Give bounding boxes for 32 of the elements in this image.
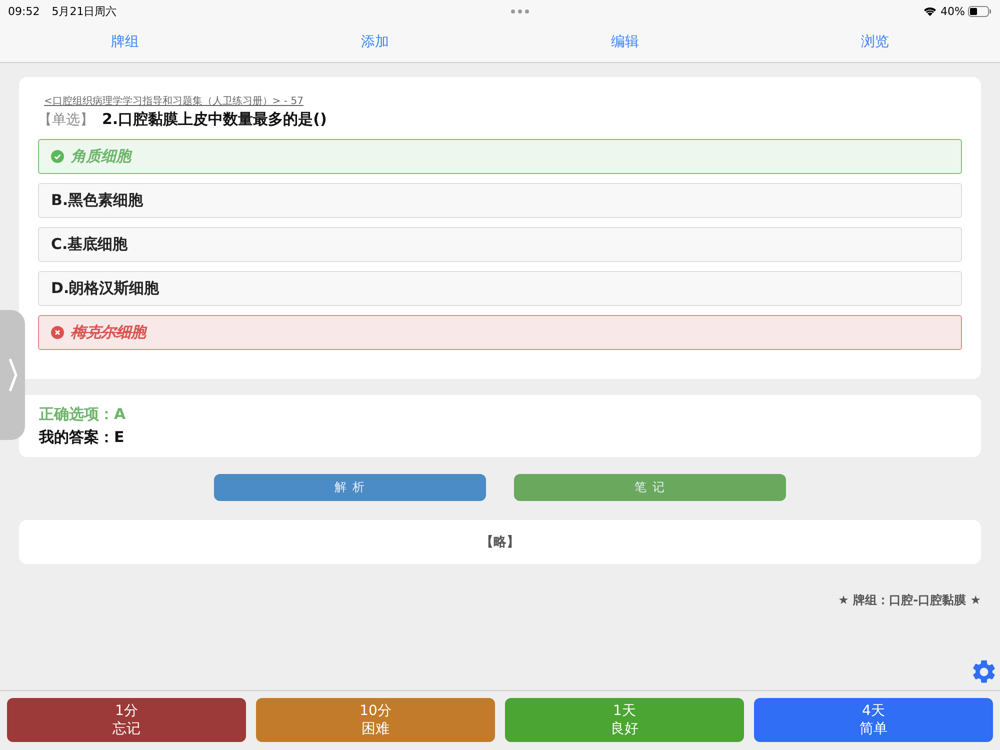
answer-option[interactable]: B.黑色素细胞 (38, 183, 962, 218)
nav-tab[interactable]: 编辑 (500, 33, 750, 51)
rating-button[interactable]: 10分 困难 (256, 698, 495, 742)
status-time: 09:52 (8, 4, 40, 18)
rating-button[interactable]: 1天 良好 (505, 698, 744, 742)
rating-button[interactable]: 4天 简单 (754, 698, 993, 742)
nav-tab[interactable]: 添加 (250, 33, 500, 51)
answer-option[interactable]: 梅克尔细胞 (38, 315, 962, 350)
correct-answer: 正确选项：A (39, 405, 127, 424)
source-link[interactable]: <口腔组织病理学学习指导和习题集（人卫练习册）> - 57 (44, 94, 304, 108)
my-answer: 我的答案：E (39, 428, 126, 447)
status-date: 5月21日周六 (52, 4, 117, 18)
sidebar-handle[interactable] (0, 310, 25, 440)
question-type: 【单选】 (38, 111, 94, 129)
cross-icon (51, 326, 64, 339)
battery-percent: 40% (940, 4, 965, 18)
action-button[interactable]: 解 析 (214, 474, 486, 501)
answer-option[interactable]: D.朗格汉斯细胞 (38, 271, 962, 306)
chevron-right-icon (8, 358, 18, 392)
nav-tab[interactable]: 浏览 (750, 33, 1000, 51)
answer-option[interactable]: 角质细胞 (38, 139, 962, 174)
more-dots-icon[interactable] (510, 8, 530, 14)
action-button[interactable]: 笔 记 (514, 474, 786, 501)
check-icon (51, 150, 64, 163)
explanation-text: 【略】 (480, 534, 520, 551)
nav-tab[interactable]: 牌组 (0, 33, 250, 51)
deck-name: ★ 牌组：口腔-口腔黏膜 ★ (838, 593, 981, 607)
question-text: 2.口腔黏膜上皮中数量最多的是() (102, 110, 327, 129)
wifi-icon (922, 6, 937, 16)
answer-option[interactable]: C.基底细胞 (38, 227, 962, 262)
rating-button[interactable]: 1分 忘记 (7, 698, 246, 742)
battery-icon (968, 6, 992, 16)
